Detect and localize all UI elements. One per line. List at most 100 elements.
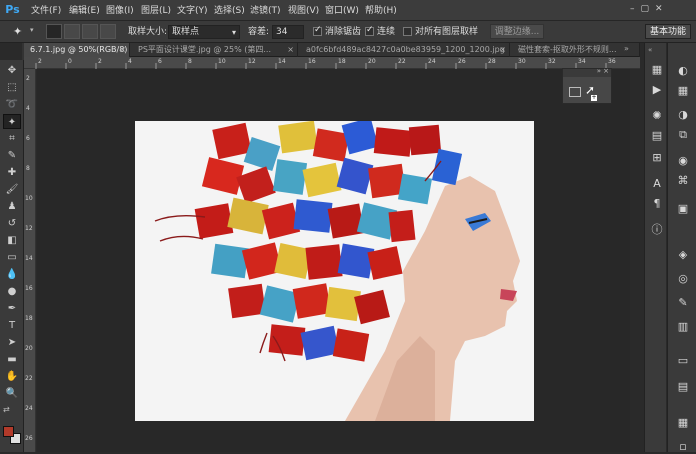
- antialias-checkbox[interactable]: [313, 25, 322, 36]
- hand-tool-icon[interactable]: ✋: [3, 369, 21, 384]
- info-panel-icon[interactable]: ⓘ: [650, 223, 664, 237]
- intersect-selection-icon[interactable]: [100, 24, 116, 39]
- menu-type[interactable]: 文字(Y): [177, 4, 208, 18]
- ruler-label: 6: [158, 58, 162, 65]
- floating-panel-header[interactable]: » ×: [563, 67, 611, 77]
- contiguous-checkbox[interactable]: [365, 25, 374, 36]
- close-icon[interactable]: ×: [499, 43, 506, 57]
- eraser-tool-icon[interactable]: ◧: [3, 233, 21, 248]
- tab-document-3[interactable]: a0fc6bfd489ac8427c0a0be83959_1200_1200.j…: [298, 43, 510, 57]
- menu-filter[interactable]: 滤镜(T): [250, 4, 281, 18]
- layers-panel-icon[interactable]: ◈: [675, 247, 691, 262]
- floating-panel[interactable]: » × ➚ +: [562, 67, 612, 104]
- crop-tool-icon[interactable]: ⌗: [3, 131, 21, 146]
- tab-label: 6.7.1.jpg @ 50%(RGB/8) *: [30, 45, 130, 54]
- menu-window[interactable]: 窗口(W): [325, 4, 359, 18]
- brush-tool-icon[interactable]: 🖌: [3, 182, 21, 197]
- actions-panel-icon[interactable]: ▶: [650, 83, 664, 97]
- history-panel-icon[interactable]: ▦: [650, 63, 664, 77]
- expand-dock-icon[interactable]: «: [648, 46, 652, 54]
- masks-panel-icon[interactable]: ◉: [675, 153, 691, 168]
- ruler-label: 4: [26, 105, 30, 112]
- layer-comp-icon[interactable]: [569, 87, 581, 97]
- ruler-label: 32: [548, 58, 556, 65]
- ruler-label: 14: [278, 58, 286, 65]
- menu-edit[interactable]: 编辑(E): [69, 4, 100, 18]
- add-selection-icon[interactable]: [64, 24, 80, 39]
- clone-source-icon[interactable]: ⊞: [650, 151, 664, 165]
- type-tool-icon[interactable]: T: [3, 318, 21, 333]
- color-panel-icon[interactable]: ◐: [675, 63, 691, 78]
- stamp-tool-icon[interactable]: ♟: [3, 199, 21, 214]
- all-layers-checkbox[interactable]: [403, 27, 412, 36]
- ruler-label: 36: [608, 58, 616, 65]
- navigator-panel-icon[interactable]: ⌘: [675, 173, 691, 188]
- timeline-panel-icon[interactable]: ▭: [675, 353, 691, 368]
- panel-dock-collapsed: « ▦ ▶ ✺ ▤ ⊞ A ¶ ⓘ: [644, 43, 666, 452]
- menu-help[interactable]: 帮助(H): [365, 4, 397, 18]
- dodge-tool-icon[interactable]: ●: [3, 284, 21, 299]
- menu-view[interactable]: 视图(V): [288, 4, 319, 18]
- menu-select[interactable]: 选择(S): [214, 4, 245, 18]
- sample-size-label: 取样大小:: [128, 27, 168, 37]
- close-icon[interactable]: ×: [287, 43, 294, 57]
- character-panel-icon[interactable]: A: [650, 177, 664, 191]
- ruler-label: 24: [25, 405, 33, 412]
- ruler-label: 10: [218, 58, 226, 65]
- add-icon: +: [591, 94, 597, 101]
- menu-image[interactable]: 图像(I): [106, 4, 134, 18]
- window-controls[interactable]: –▢✕: [630, 4, 690, 16]
- document-image[interactable]: [135, 121, 534, 421]
- pen-tool-icon[interactable]: ✒: [3, 301, 21, 316]
- refine-edge-button[interactable]: 调整边缘...: [490, 24, 544, 39]
- foreground-color-swatch[interactable]: [3, 426, 14, 437]
- notes-panel-icon[interactable]: ▥: [675, 319, 691, 334]
- shape-tool-icon[interactable]: ▬: [3, 352, 21, 367]
- menu-file[interactable]: 文件(F): [31, 4, 61, 18]
- lasso-tool-icon[interactable]: ➰: [3, 97, 21, 112]
- swatches-panel-icon[interactable]: ▦: [675, 83, 691, 98]
- tab-document-2[interactable]: PS平面设计课堂.jpg @ 25% (第四... ×: [130, 43, 298, 57]
- workspace-button[interactable]: 基本功能: [645, 24, 691, 39]
- tolerance-input[interactable]: 34: [272, 25, 304, 39]
- close-icon[interactable]: ×: [603, 67, 609, 75]
- zoom-tool-icon[interactable]: 🔍: [3, 386, 21, 401]
- eyedropper-tool-icon[interactable]: ✎: [3, 148, 21, 163]
- subtract-selection-icon[interactable]: [82, 24, 98, 39]
- healing-tool-icon[interactable]: ✚: [3, 165, 21, 180]
- paths-panel-icon[interactable]: ✎: [675, 295, 691, 310]
- brush-panel-icon[interactable]: ✺: [650, 109, 664, 123]
- tab-document-1[interactable]: 6.7.1.jpg @ 50%(RGB/8) * ×: [22, 43, 130, 57]
- tab-label: a0fc6bfd489ac8427c0a0be83959_1200_1200.j…: [306, 45, 505, 54]
- paragraph-panel-icon[interactable]: ¶: [650, 197, 664, 211]
- ruler-label: 12: [25, 225, 33, 232]
- layer-comps-panel-icon[interactable]: ▦: [675, 415, 691, 430]
- gradient-tool-icon[interactable]: ▭: [3, 250, 21, 265]
- sample-size-select[interactable]: 取样点: [168, 25, 240, 39]
- blur-tool-icon[interactable]: 💧: [3, 267, 21, 282]
- marquee-tool-icon[interactable]: ⬚: [3, 80, 21, 95]
- ruler-label: 2: [98, 58, 102, 65]
- path-select-icon[interactable]: ➤: [3, 335, 21, 350]
- magic-wand-tool-icon[interactable]: ✦: [3, 114, 21, 129]
- tab-overflow-icon[interactable]: »: [624, 44, 629, 53]
- collapse-icon[interactable]: »: [597, 67, 601, 75]
- move-tool-icon[interactable]: ✥: [3, 63, 21, 78]
- magic-wand-icon[interactable]: ✦: [13, 24, 27, 39]
- styles-panel-icon[interactable]: ⧉: [675, 127, 691, 142]
- tool-preset-arrow-icon[interactable]: ▾: [30, 26, 34, 34]
- ruler-label: 26: [25, 435, 33, 442]
- swap-colors-icon[interactable]: ⇄: [3, 405, 21, 415]
- new-selection-icon[interactable]: [46, 24, 62, 39]
- properties-panel-icon[interactable]: ▣: [675, 201, 691, 216]
- tab-document-4[interactable]: 磁性套索-抠取外形不规则...: [510, 43, 640, 57]
- adjustments-panel-icon[interactable]: ◑: [675, 107, 691, 122]
- history-brush-icon[interactable]: ↺: [3, 216, 21, 231]
- close-icon[interactable]: ×: [119, 43, 126, 57]
- menu-layer[interactable]: 图层(L): [141, 4, 171, 18]
- brush-presets-icon[interactable]: ▤: [650, 129, 664, 143]
- ruler-label: 22: [25, 375, 33, 382]
- ruler-label: 14: [25, 255, 33, 262]
- channels-panel-icon[interactable]: ◎: [675, 271, 691, 286]
- measurement-panel-icon[interactable]: ▤: [675, 379, 691, 394]
